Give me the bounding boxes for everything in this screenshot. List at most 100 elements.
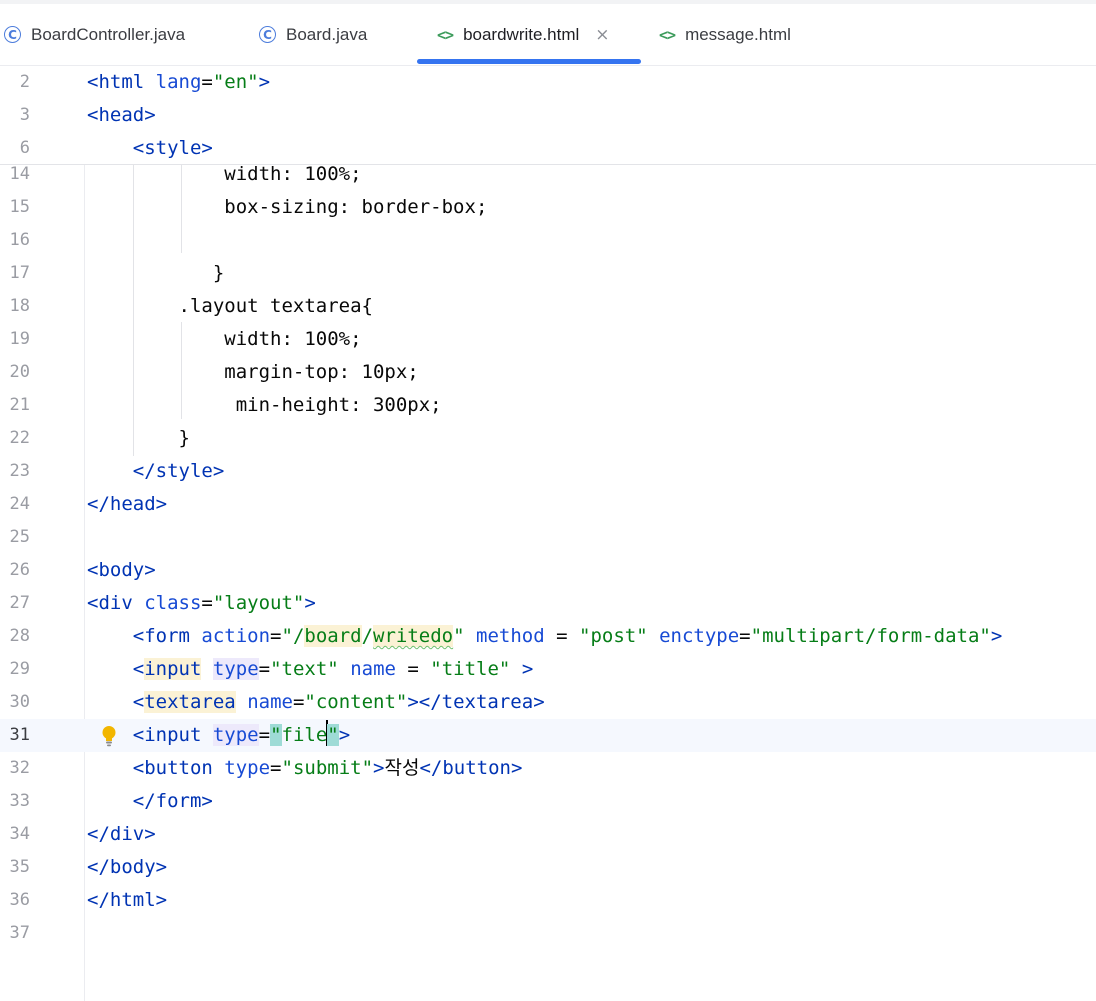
code-token: =: [258, 658, 271, 680]
code-line[interactable]: 23 </style>: [0, 455, 1096, 488]
code-line[interactable]: 6 <style>: [0, 132, 1096, 165]
code-line[interactable]: 37: [0, 917, 1096, 950]
code-line[interactable]: 36 </html>: [0, 884, 1096, 917]
code-text[interactable]: <button type="submit">작성</button>: [87, 752, 523, 785]
code-line[interactable]: 32 <button type="submit">작성</button>: [0, 752, 1096, 785]
code-text[interactable]: }: [87, 257, 224, 290]
code-token: <: [132, 658, 145, 680]
code-token: "text": [270, 658, 339, 680]
line-number: 37: [9, 923, 30, 943]
code-text[interactable]: </head>: [87, 488, 167, 521]
code-text[interactable]: width: 100%;: [87, 323, 361, 356]
code-line[interactable]: 18 .layout textarea{: [0, 290, 1096, 323]
code-text[interactable]: .layout textarea{: [87, 290, 373, 323]
code-text[interactable]: }: [87, 422, 190, 455]
tab-boardcontroller-java[interactable]: C BoardController.java: [4, 4, 185, 65]
close-icon[interactable]: ×: [595, 25, 609, 45]
line-number: 21: [9, 395, 30, 415]
code-line[interactable]: 22 }: [0, 422, 1096, 455]
code-line[interactable]: 31 <input type="file">: [0, 719, 1096, 752]
code-token: action: [201, 625, 271, 647]
code-token: =: [201, 71, 213, 93]
code-text[interactable]: </html>: [87, 884, 167, 917]
code-text[interactable]: min-height: 300px;: [87, 389, 442, 422]
class-icon: C: [259, 26, 276, 43]
sticky-scroll-header[interactable]: 2 <html lang="en"> 3 <head> 6 <style>: [0, 66, 1096, 165]
line-number: 15: [9, 197, 30, 217]
code-token: </head>: [87, 493, 168, 515]
code-token: textarea: [144, 691, 236, 713]
code-token: input: [144, 658, 202, 680]
code-line[interactable]: 34 </div>: [0, 818, 1096, 851]
code-line[interactable]: 16: [0, 224, 1096, 257]
code-line[interactable]: 30 <textarea name="content"></textarea>: [0, 686, 1096, 719]
code-text[interactable]: <form action="/board/writedo" method = "…: [87, 620, 1002, 653]
code-line[interactable]: 17 }: [0, 257, 1096, 290]
code-token: <input: [132, 724, 213, 746]
code-text[interactable]: <style>: [87, 132, 213, 165]
code-line[interactable]: 35 </body>: [0, 851, 1096, 884]
code-text[interactable]: <head>: [87, 99, 156, 132]
code-token: =: [201, 592, 213, 614]
lightbulb-icon[interactable]: [101, 725, 117, 747]
code-text[interactable]: <body>: [87, 554, 156, 587]
code-line[interactable]: 2 <html lang="en">: [0, 66, 1096, 99]
code-token: </button>: [419, 757, 523, 779]
code-line[interactable]: 33 </form>: [0, 785, 1096, 818]
code-text[interactable]: </body>: [87, 851, 167, 884]
tab-label: message.html: [685, 24, 791, 44]
line-number: 24: [9, 494, 30, 514]
code-token: board: [304, 625, 362, 647]
line-number: 32: [9, 758, 30, 778]
code-line[interactable]: 25: [0, 521, 1096, 554]
code-token: "en": [212, 71, 259, 93]
code-text[interactable]: <input type="file">: [87, 719, 350, 752]
code-token: >: [304, 592, 316, 614]
code-line[interactable]: 15 box-sizing: border-box;: [0, 191, 1096, 224]
code-text[interactable]: <input type="text" name = "title" >: [87, 653, 533, 686]
code-token: "multipart/form-data": [750, 625, 991, 647]
code-text[interactable]: box-sizing: border-box;: [87, 191, 487, 224]
active-tab-indicator: [417, 59, 641, 64]
class-icon: C: [4, 26, 21, 43]
code-line[interactable]: 26 <body>: [0, 554, 1096, 587]
code-text[interactable]: </form>: [87, 785, 213, 818]
tab-board-java[interactable]: C Board.java: [259, 4, 367, 65]
code-token: "submit": [281, 757, 374, 779]
code-token: name: [247, 691, 293, 713]
code-text[interactable]: </div>: [87, 818, 156, 851]
code-text[interactable]: <html lang="en">: [87, 66, 270, 99]
code-token: enctype: [659, 625, 740, 647]
code-text[interactable]: margin-top: 10px;: [87, 356, 418, 389]
code-token: =: [270, 757, 282, 779]
tab-boardwrite-html[interactable]: <> boardwrite.html ×: [437, 4, 610, 65]
code-token: class: [144, 592, 202, 614]
code-line[interactable]: 24 </head>: [0, 488, 1096, 521]
code-token: "/: [281, 625, 305, 647]
line-number: 29: [9, 659, 30, 679]
tab-label: Board.java: [286, 24, 368, 44]
code-text[interactable]: <div class="layout">: [87, 587, 316, 620]
code-line[interactable]: 3 <head>: [0, 99, 1096, 132]
code-line[interactable]: 29 <input type="text" name = "title" >: [0, 653, 1096, 686]
code-token: name: [350, 658, 396, 680]
code-text[interactable]: </style>: [87, 455, 225, 488]
code-line[interactable]: 27 <div class="layout">: [0, 587, 1096, 620]
code-token: method: [476, 625, 545, 647]
code-token: "layout": [212, 592, 305, 614]
code-line[interactable]: 20 margin-top: 10px;: [0, 356, 1096, 389]
code-line[interactable]: 28 <form action="/board/writedo" method …: [0, 620, 1096, 653]
code-line[interactable]: 19 width: 100%;: [0, 323, 1096, 356]
code-token: =: [270, 625, 282, 647]
line-number: 3: [19, 105, 30, 125]
line-number: 33: [9, 791, 30, 811]
tab-message-html[interactable]: <> message.html: [659, 4, 791, 65]
code-text[interactable]: <textarea name="content"></textarea>: [87, 686, 545, 719]
code-token: width: 100%;: [224, 163, 362, 185]
code-token: </style>: [132, 460, 225, 482]
code-token: >: [338, 724, 351, 746]
code-line[interactable]: 21 min-height: 300px;: [0, 389, 1096, 422]
